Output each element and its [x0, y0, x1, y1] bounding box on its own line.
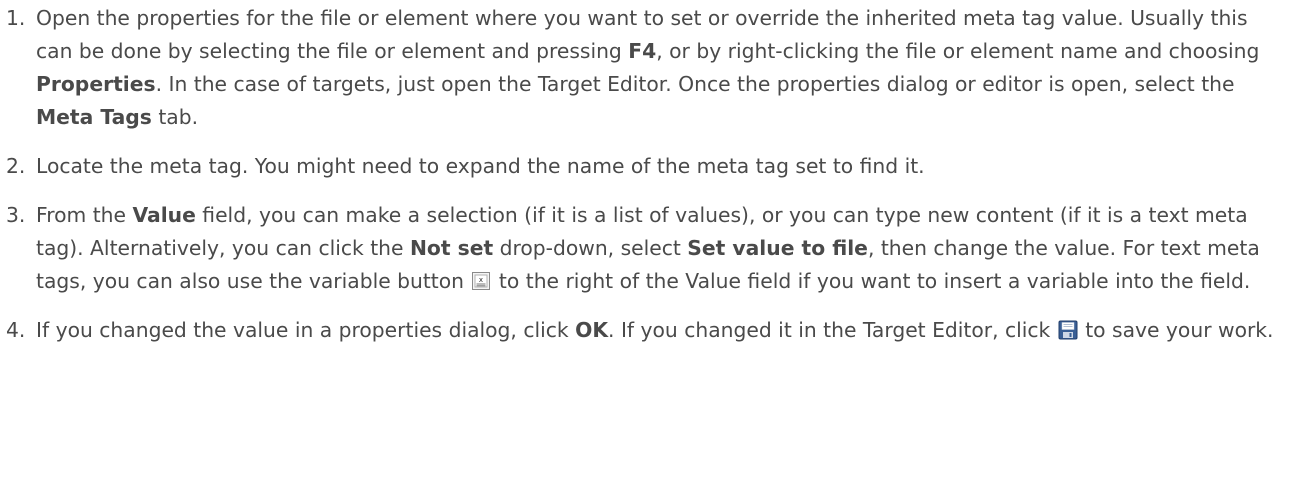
step-1: 1. Open the properties for the file or e…	[0, 2, 1294, 134]
step-text: drop-down, select	[493, 236, 688, 260]
step-4: 4. If you changed the value in a propert…	[0, 314, 1294, 347]
step-text: . In the case of targets, just open the …	[155, 72, 1235, 96]
step-3: 3. From the Value field, you can make a …	[0, 199, 1294, 298]
svg-text:x: x	[479, 276, 483, 284]
step-2: 2. Locate the meta tag. You might need t…	[0, 150, 1294, 183]
step-text: to save your work.	[1078, 318, 1274, 342]
ok-button-label: OK	[575, 318, 609, 342]
not-set-dropdown-label: Not set	[409, 236, 494, 260]
step-text: tab.	[151, 105, 199, 129]
menu-item-properties: Properties	[36, 72, 156, 96]
step-text: From the	[36, 203, 133, 227]
step-number: 3.	[6, 203, 26, 227]
step-number: 4.	[6, 318, 26, 342]
step-text: Locate the meta tag. You might need to e…	[36, 154, 925, 178]
instruction-steps: 1. Open the properties for the file or e…	[0, 2, 1294, 347]
step-text: to the right of the Value field if you w…	[492, 269, 1251, 293]
insert-variable-icon: x	[471, 268, 491, 290]
key-f4: F4	[628, 39, 657, 63]
step-text: , or by right-clicking the file or eleme…	[656, 39, 1260, 63]
save-icon	[1058, 317, 1078, 340]
set-value-to-file-option: Set value to file	[687, 236, 868, 260]
tab-meta-tags: Meta Tags	[36, 105, 152, 129]
step-number: 1.	[6, 6, 26, 30]
value-field-label: Value	[132, 203, 196, 227]
step-number: 2.	[6, 154, 26, 178]
step-text: . If you changed it in the Target Editor…	[608, 318, 1057, 342]
step-text: If you changed the value in a properties…	[36, 318, 576, 342]
